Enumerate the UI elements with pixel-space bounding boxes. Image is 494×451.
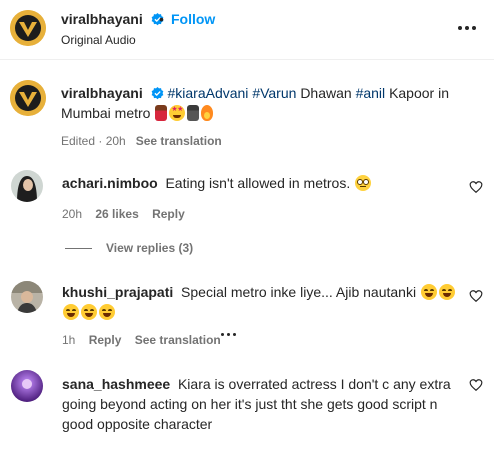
reply-button[interactable]: Reply bbox=[89, 333, 122, 347]
comment-meta: 20h 26 likes Reply bbox=[62, 207, 185, 221]
caption-author-avatar[interactable] bbox=[10, 80, 46, 116]
heart-icon[interactable] bbox=[469, 378, 483, 392]
comment-likes[interactable]: 26 likes bbox=[95, 207, 138, 221]
separator-dot: • bbox=[159, 11, 164, 27]
commenter-avatar[interactable] bbox=[11, 281, 43, 313]
hashtag-link[interactable]: #Varun bbox=[252, 85, 296, 101]
star-struck-emoji bbox=[169, 105, 186, 121]
view-replies-button[interactable]: View replies (3) bbox=[106, 241, 193, 255]
edited-time: Edited · 20h bbox=[61, 134, 126, 148]
caption: viralbhayani #kiaraAdvani #Varun Dhawan … bbox=[61, 83, 481, 123]
audio-link[interactable]: Original Audio bbox=[61, 33, 136, 47]
caption-username[interactable]: viralbhayani bbox=[61, 85, 143, 101]
heart-icon[interactable] bbox=[469, 289, 483, 303]
tears-of-joy-emoji bbox=[438, 284, 455, 300]
hashtag-link[interactable]: #anil bbox=[356, 85, 386, 101]
comment-body: khushi_prajapati Special metro inke liye… bbox=[62, 282, 462, 322]
avatar-photo bbox=[11, 281, 43, 313]
comment-text: Special metro inke liye... Ajib nautanki bbox=[181, 284, 417, 300]
more-options-icon[interactable] bbox=[457, 20, 477, 36]
heart-icon[interactable] bbox=[469, 180, 483, 194]
avatar-photo bbox=[11, 370, 43, 402]
author-username[interactable]: viralbhayani bbox=[61, 11, 164, 27]
face-with-rolling-eyes-emoji bbox=[355, 175, 372, 191]
viral-bhayani-logo bbox=[10, 10, 46, 46]
dancer-emoji bbox=[155, 105, 168, 121]
comment-text: Kiara is overrated actress I don't c any… bbox=[177, 376, 451, 392]
comment-username[interactable]: khushi_prajapati bbox=[62, 284, 173, 300]
see-translation-link[interactable]: See translation bbox=[136, 134, 222, 148]
reply-button[interactable]: Reply bbox=[152, 207, 185, 221]
tears-of-joy-emoji bbox=[420, 284, 437, 300]
comment-time: 1h bbox=[62, 333, 76, 347]
commenter-avatar[interactable] bbox=[11, 370, 43, 402]
tears-of-joy-emoji bbox=[99, 304, 115, 320]
more-dots-icon[interactable] bbox=[221, 333, 236, 336]
comment-time: 20h bbox=[62, 207, 83, 221]
fire-emoji bbox=[201, 105, 214, 121]
post-header: viralbhayani • Follow Original Audio bbox=[0, 0, 494, 60]
comment-text: going beyond acting on her it's just tht… bbox=[62, 396, 438, 412]
comment-text: good opposite character bbox=[62, 416, 213, 432]
author-avatar[interactable] bbox=[10, 10, 46, 46]
caption-text: Dhawan bbox=[300, 85, 352, 101]
author-username-text[interactable]: viralbhayani bbox=[61, 11, 143, 27]
comment-meta: 1h Reply See translation bbox=[62, 333, 221, 347]
comment-username[interactable]: sana_hashmeee bbox=[62, 376, 170, 392]
comment-username[interactable]: achari.nimboo bbox=[62, 175, 158, 191]
viral-bhayani-logo bbox=[10, 80, 46, 116]
replies-divider bbox=[65, 248, 92, 249]
see-translation-link[interactable]: See translation bbox=[135, 333, 221, 347]
commenter-avatar[interactable] bbox=[11, 170, 43, 202]
caption-meta: Edited · 20h See translation bbox=[61, 134, 222, 148]
follow-button[interactable]: Follow bbox=[171, 11, 215, 27]
comment-body: sana_hashmeee Kiara is overrated actress… bbox=[62, 374, 462, 434]
tears-of-joy-emoji bbox=[81, 304, 97, 320]
tears-of-joy-emoji bbox=[63, 304, 79, 320]
hashtag-link[interactable]: #kiaraAdvani bbox=[167, 85, 248, 101]
verified-badge-icon bbox=[151, 87, 163, 100]
avatar-photo bbox=[11, 170, 43, 202]
comment-text: Eating isn't allowed in metros. bbox=[165, 175, 351, 191]
comment-body: achari.nimboo Eating isn't allowed in me… bbox=[62, 173, 372, 193]
walking-emoji bbox=[187, 105, 200, 121]
